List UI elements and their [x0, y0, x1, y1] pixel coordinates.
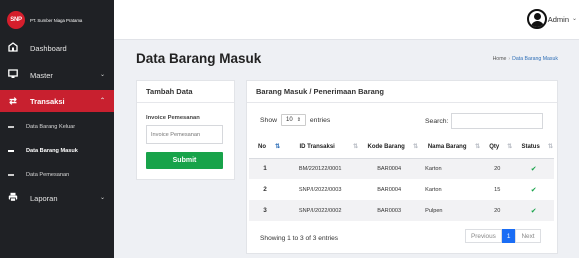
- sidebar: SNP PT. Sumber Niaga Pratama Dashboard M…: [0, 0, 114, 258]
- col-kode-barang[interactable]: Kode Barang ⇅: [359, 136, 420, 159]
- brand-logo: SNP: [7, 11, 25, 29]
- table-row: 3 SNP/I/2022/0002 BAR0003 Pulpen 20 ✔︎: [249, 200, 554, 221]
- table-card-title: Barang Masuk / Penerimaan Barang: [247, 81, 557, 103]
- sidebar-item-label: Master: [30, 70, 53, 80]
- cell-kode: BAR0003: [359, 200, 420, 221]
- check-circle-icon: ✔︎: [530, 207, 537, 215]
- cell-nama: Karton: [425, 186, 442, 193]
- col-id-transaksi[interactable]: ID Transaksi ⇅: [281, 136, 360, 159]
- cell-id: SNP/I/2022/0003: [298, 186, 342, 193]
- pagination-page-1[interactable]: 1: [501, 229, 516, 243]
- brand-name: PT. Sumber Niaga Pratama: [30, 17, 83, 23]
- cell-nama: Pulpen: [419, 200, 482, 221]
- page-title: Data Barang Masuk: [136, 51, 262, 66]
- sidebar-item-label: Transaksi: [30, 96, 65, 106]
- cell-status: ✔︎: [513, 158, 554, 179]
- sort-arrows-icon: ⇕: [296, 117, 301, 123]
- check-circle-icon: ✔︎: [530, 186, 537, 194]
- cell-qty: 20: [481, 200, 514, 221]
- table-info: Showing 1 to 3 of 3 entries: [260, 235, 339, 242]
- col-status[interactable]: Status ⇅: [513, 136, 554, 159]
- sidebar-item-master[interactable]: Master ⌄: [0, 64, 114, 86]
- breadcrumb-home[interactable]: Home: [493, 56, 507, 62]
- col-label: Nama Barang: [427, 143, 467, 150]
- search-label: Search:: [425, 118, 449, 125]
- chevron-down-icon[interactable]: ⌄: [572, 15, 577, 22]
- show-label: Show: [260, 116, 278, 124]
- invoice-input[interactable]: [146, 125, 223, 144]
- sidebar-item-transaksi[interactable]: ⇄ Transaksi ⌃: [0, 90, 114, 112]
- dash-icon: [8, 150, 14, 152]
- cell-id: BM/220122/0001: [281, 158, 360, 179]
- dash-icon: [8, 174, 14, 176]
- entries-length: Show 10 ⇕ entries: [260, 114, 330, 126]
- form-card-title: Tambah Data: [137, 81, 234, 103]
- col-label: Kode Barang: [367, 143, 405, 150]
- cell-no: 3: [249, 200, 282, 221]
- col-label: Qty: [489, 143, 500, 150]
- subitem-label: Data Barang Masuk: [26, 148, 78, 154]
- pagination-previous[interactable]: Previous: [465, 229, 502, 243]
- entries-label: entries: [309, 116, 331, 124]
- breadcrumb-separator: ›: [508, 56, 511, 62]
- sidebar-item-label: Laporan: [30, 193, 58, 203]
- cell-qty: 20: [481, 158, 514, 179]
- entries-select[interactable]: 10 ⇕: [281, 114, 306, 126]
- table-row: 1 BM/220122/0001 BAR0004 Karton 20 ✔︎: [249, 158, 554, 179]
- cell-status: ✔︎: [513, 200, 554, 221]
- pagination: Previous 1 Next: [465, 229, 541, 243]
- printer-icon: [7, 192, 19, 204]
- breadcrumb: Home › Data Barang Masuk: [493, 56, 558, 62]
- dashboard-icon: [7, 42, 19, 54]
- col-nama-barang[interactable]: Nama Barang ⇅: [419, 136, 482, 159]
- cell-no: 1: [249, 158, 282, 179]
- monitor-icon: [7, 69, 19, 81]
- chevron-down-icon: ⌄: [99, 195, 105, 201]
- table-row: 2 SNP/I/2022/0003 BAR0004 Karton 15 ✔︎: [249, 179, 554, 200]
- submit-button[interactable]: Submit: [146, 152, 223, 169]
- sidebar-item-laporan[interactable]: Laporan ⌄: [0, 187, 114, 209]
- sidebar-subitem-barang-masuk[interactable]: Data Barang Masuk: [0, 141, 114, 161]
- sort-icon: ⇅: [413, 144, 418, 150]
- table-header-row: No ⇅ ID Transaksi ⇅ Kode Barang ⇅ Nama Bara…: [249, 136, 554, 159]
- user-name[interactable]: Admin: [548, 15, 569, 24]
- data-table: No ⇅ ID Transaksi ⇅ Kode Barang ⇅ Nama Bara…: [249, 136, 554, 221]
- chevron-down-icon: ⌄: [99, 72, 105, 78]
- cell-id: SNP/I/2022/0002: [281, 200, 360, 221]
- sort-icon: ⇅: [275, 144, 280, 150]
- sidebar-subitem-barang-keluar[interactable]: Data Barang Keluar: [0, 117, 114, 137]
- sort-icon: ⇅: [353, 144, 358, 150]
- user-avatar-icon[interactable]: [527, 9, 547, 29]
- col-label: Status: [521, 143, 540, 150]
- cell-no: 2: [263, 186, 267, 193]
- sidebar-subitem-pemesanan[interactable]: Data Pemesanan: [0, 165, 114, 185]
- cell-kode: BAR0004: [377, 186, 402, 193]
- dash-icon: [8, 126, 14, 128]
- col-qty[interactable]: Qty ⇅: [481, 136, 514, 159]
- col-no[interactable]: No ⇅: [249, 136, 282, 159]
- swap-icon: ⇄: [9, 95, 17, 106]
- cell-kode: BAR0004: [359, 158, 420, 179]
- sort-icon: ⇅: [507, 144, 512, 150]
- entries-value: 10: [286, 117, 293, 123]
- cell-status: ✔︎: [513, 179, 554, 200]
- pagination-next[interactable]: Next: [515, 229, 541, 243]
- sidebar-item-dashboard[interactable]: Dashboard: [0, 37, 114, 59]
- sidebar-item-label: Dashboard: [30, 43, 67, 53]
- topbar: Admin ⌄: [114, 0, 579, 40]
- search-input[interactable]: [451, 113, 543, 129]
- subitem-label: Data Pemesanan: [26, 172, 70, 178]
- cell-qty: 15: [494, 186, 501, 193]
- col-label: No: [258, 143, 267, 150]
- cell-nama: Karton: [419, 158, 482, 179]
- check-circle-icon: ✔︎: [530, 165, 537, 173]
- invoice-label: Invoice Pemesanan: [146, 115, 200, 121]
- subitem-label: Data Barang Keluar: [26, 124, 76, 130]
- col-label: ID Transaksi: [299, 143, 335, 150]
- sort-icon: ⇅: [475, 144, 480, 150]
- chevron-up-icon: ⌃: [99, 98, 105, 104]
- breadcrumb-current: Data Barang Masuk: [512, 56, 558, 62]
- sort-icon: ⇅: [547, 144, 553, 150]
- brand[interactable]: SNP PT. Sumber Niaga Pratama: [0, 0, 114, 40]
